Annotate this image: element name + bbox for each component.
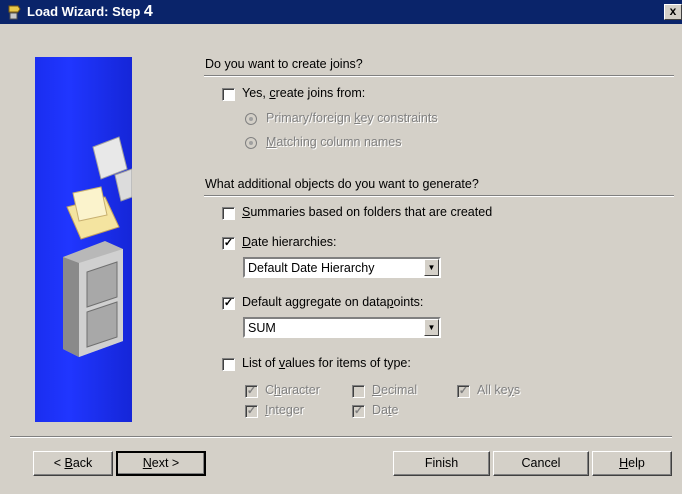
window-title-step: 4 — [143, 3, 153, 20]
type-date-checkbox[interactable]: ✓ — [352, 405, 365, 418]
type-decimal-label: Decimal — [372, 383, 418, 397]
create-joins-label-prefix: Yes, — [242, 86, 270, 100]
close-icon: x — [669, 4, 677, 18]
dropdown-arrow-icon[interactable]: ▼ — [424, 259, 439, 276]
date-hierarchies-checkbox[interactable]: ✓ — [222, 237, 235, 250]
type-decimal-checkbox[interactable] — [352, 385, 365, 398]
help-button[interactable]: Help — [592, 451, 672, 476]
objects-heading: What additional objects do you want to g… — [205, 177, 479, 191]
date-hierarchy-select[interactable]: Default Date Hierarchy ▼ — [243, 257, 441, 278]
file-cabinet-illustration — [63, 136, 132, 357]
title-bar: Load Wizard: Step 4 x — [0, 0, 682, 24]
list-of-values-label[interactable]: List of values for items of type: — [242, 356, 411, 370]
type-integer-label: Integer — [265, 403, 304, 417]
default-aggregate-label[interactable]: Default aggregate on datapoints: — [242, 295, 423, 309]
window-title-prefix: Load Wizard: Step — [27, 4, 144, 19]
joins-separator — [204, 75, 674, 77]
default-aggregate-value: SUM — [248, 321, 276, 335]
wizard-illustration-panel — [35, 57, 132, 422]
primary-foreign-key-radio[interactable] — [245, 113, 257, 125]
primary-foreign-key-label: Primary/foreign key constraints — [266, 111, 438, 125]
type-integer-checkbox[interactable]: ✓ — [245, 405, 258, 418]
create-joins-label-suffix: reate joins from: — [275, 86, 366, 100]
create-joins-label[interactable]: Yes, create joins from: — [242, 86, 365, 100]
default-aggregate-checkbox[interactable]: ✓ — [222, 297, 235, 310]
next-button[interactable]: Next > — [116, 451, 206, 476]
default-aggregate-select[interactable]: SUM ▼ — [243, 317, 441, 338]
create-joins-checkbox[interactable] — [222, 88, 235, 101]
date-hierarchy-value: Default Date Hierarchy — [248, 261, 375, 275]
type-date-label: Date — [372, 403, 399, 417]
joins-heading: Do you want to create joins? — [205, 57, 363, 71]
wizard-app-icon — [8, 5, 21, 20]
date-hierarchies-label[interactable]: Date hierarchies: — [242, 235, 337, 249]
objects-separator — [204, 195, 674, 197]
summaries-label[interactable]: Summaries based on folders that are crea… — [242, 205, 492, 219]
type-all-keys-checkbox[interactable]: ✓ — [457, 385, 470, 398]
footer-separator — [10, 436, 672, 438]
matching-column-names-radio[interactable] — [245, 137, 257, 149]
list-of-values-checkbox[interactable] — [222, 358, 235, 371]
cancel-button[interactable]: Cancel — [493, 451, 589, 476]
back-button[interactable]: < Back — [33, 451, 113, 476]
type-all-keys-label: All keys — [477, 383, 521, 397]
type-character-checkbox[interactable]: ✓ — [245, 385, 258, 398]
type-character-label: Character — [265, 383, 320, 397]
window-title: Load Wizard: Step 4 — [27, 4, 153, 20]
summaries-checkbox[interactable] — [222, 207, 235, 220]
finish-button[interactable]: Finish — [393, 451, 490, 476]
matching-column-names-label: Matching column names — [266, 135, 402, 149]
dropdown-arrow-icon[interactable]: ▼ — [424, 319, 439, 336]
close-button[interactable]: x — [664, 4, 682, 20]
